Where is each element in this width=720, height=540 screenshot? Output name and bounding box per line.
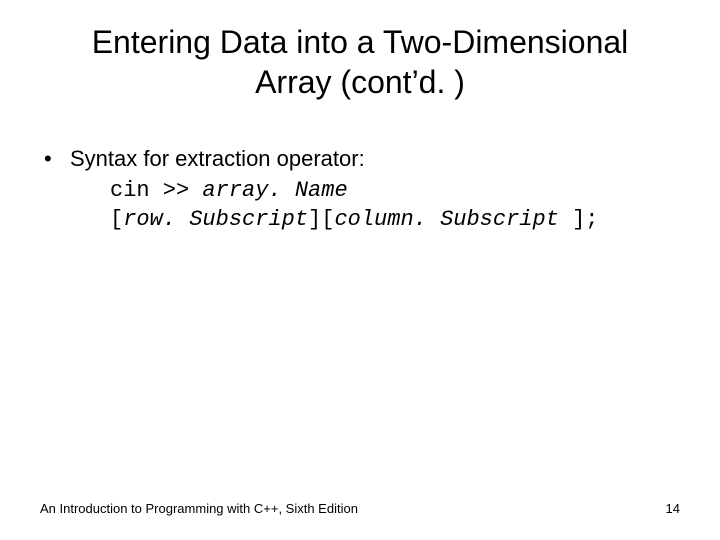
code-rowsub: row. Subscript — [123, 207, 308, 232]
slide-body: • Syntax for extraction operator: cin >>… — [40, 145, 680, 234]
bullet-item: • Syntax for extraction operator: — [40, 145, 680, 173]
bullet-marker: • — [40, 145, 70, 173]
code-line-1: cin >> array. Name — [110, 175, 680, 205]
footer-page-number: 14 — [666, 501, 680, 516]
bullet-text: Syntax for extraction operator: — [70, 145, 680, 173]
title-line-2: Array (cont’d. ) — [255, 64, 465, 100]
footer-left: An Introduction to Programming with C++,… — [40, 501, 358, 516]
code-line-2: [row. Subscript][column. Subscript ]; — [110, 204, 680, 234]
code-arrayname: array. Name — [202, 178, 347, 203]
code-open1: [ — [110, 207, 123, 232]
slide-title: Entering Data into a Two-Dimensional Arr… — [0, 0, 720, 102]
code-cin: cin >> — [110, 178, 202, 203]
code-mid: ][ — [308, 207, 334, 232]
code-block: cin >> array. Name [row. Subscript][colu… — [110, 175, 680, 234]
code-close: ]; — [572, 207, 598, 232]
title-line-1: Entering Data into a Two-Dimensional — [92, 24, 629, 60]
slide: Entering Data into a Two-Dimensional Arr… — [0, 0, 720, 540]
code-colsub: column. Subscript — [334, 207, 572, 232]
